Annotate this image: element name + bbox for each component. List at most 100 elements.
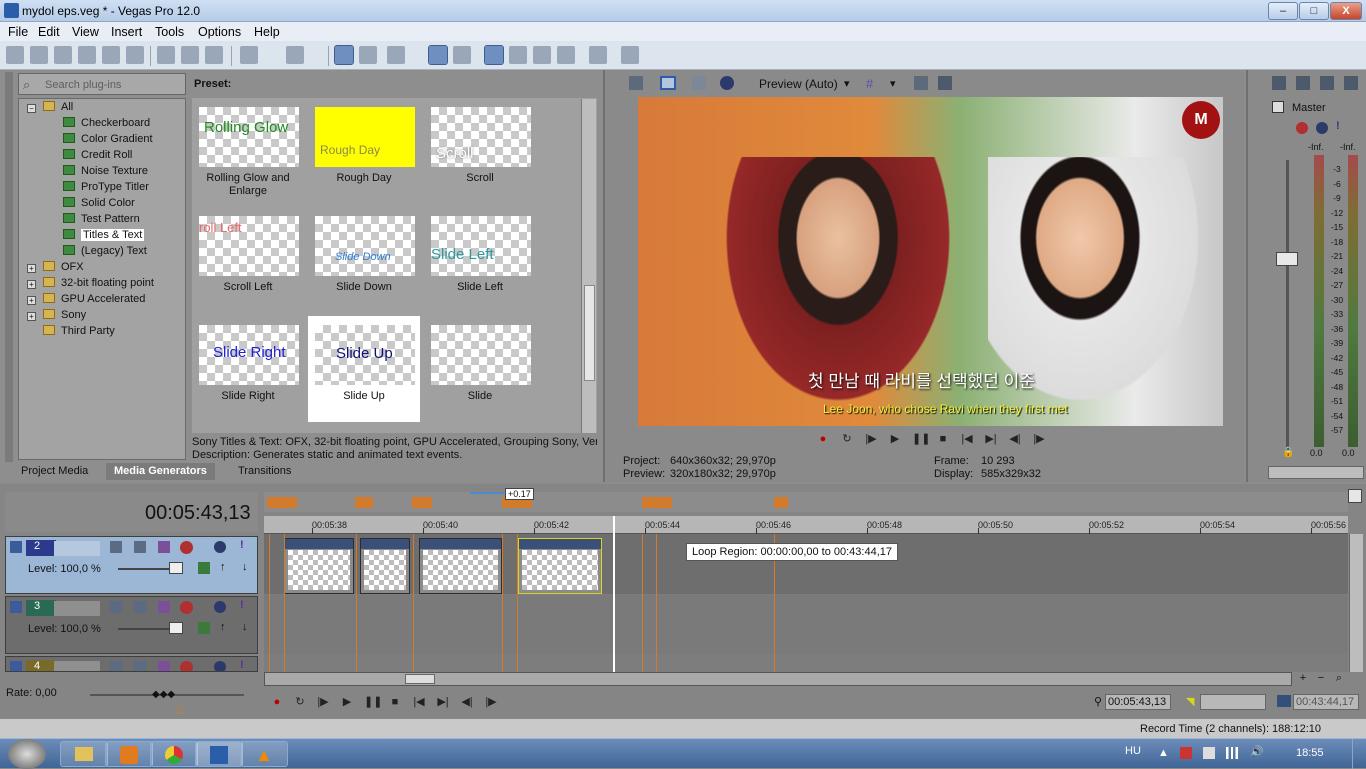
stop-icon[interactable]: ■ bbox=[388, 695, 402, 709]
preset-scrollbar[interactable] bbox=[581, 99, 596, 433]
preview-properties-icon[interactable] bbox=[629, 76, 643, 90]
track-name-field[interactable] bbox=[54, 661, 100, 671]
arrow-down-icon[interactable]: ↓ bbox=[242, 561, 248, 573]
panel-grip[interactable] bbox=[5, 72, 13, 462]
compositing-mode-icon[interactable] bbox=[158, 601, 170, 613]
usb-icon[interactable] bbox=[1203, 747, 1215, 759]
tree-item-third-party[interactable]: Third Party bbox=[43, 325, 115, 340]
timeline-hscrollbar[interactable] bbox=[264, 672, 1292, 686]
master-fader[interactable] bbox=[1276, 252, 1298, 266]
video-event[interactable] bbox=[284, 538, 354, 594]
previous-frame-icon[interactable]: ◀| bbox=[1008, 432, 1022, 446]
track-motion-icon[interactable] bbox=[110, 601, 122, 613]
menu-insert[interactable]: Insert bbox=[111, 25, 142, 39]
ignore-grouping-icon[interactable] bbox=[557, 46, 575, 64]
menu-help[interactable]: Help bbox=[254, 25, 280, 39]
insert-bus-icon[interactable] bbox=[1296, 76, 1310, 90]
whats-this-help-icon[interactable] bbox=[621, 46, 639, 64]
gear-icon[interactable] bbox=[180, 601, 193, 614]
arrow-up-icon[interactable]: ↑ bbox=[220, 561, 226, 573]
video-fx-icon[interactable] bbox=[720, 76, 734, 90]
cursor-time-field[interactable]: 00:05:43,13 bbox=[1105, 694, 1171, 710]
grouping-icon[interactable] bbox=[533, 46, 551, 64]
region-marker[interactable] bbox=[412, 497, 432, 508]
event-pan-crop-icon[interactable] bbox=[198, 622, 210, 634]
normal-edit-tool-icon[interactable] bbox=[334, 45, 354, 65]
region-marker[interactable] bbox=[642, 497, 672, 508]
timeline-menu-icon[interactable] bbox=[1348, 489, 1362, 503]
auto-crossfade-icon[interactable] bbox=[509, 46, 527, 64]
previous-frame-icon[interactable]: ◀| bbox=[460, 695, 474, 709]
tree-item-noise-texture[interactable]: Noise Texture bbox=[63, 165, 148, 180]
track-minimize-icon[interactable] bbox=[10, 661, 22, 671]
snapping-icon[interactable] bbox=[484, 45, 504, 65]
solo-icon[interactable]: ! bbox=[240, 539, 244, 551]
mute-icon[interactable] bbox=[214, 541, 226, 553]
gear-icon[interactable] bbox=[180, 541, 193, 554]
track-2-header[interactable]: 2 ! Level: 100,0 % ↑ ↓ bbox=[5, 536, 258, 594]
hscroll-thumb[interactable] bbox=[405, 674, 435, 684]
track-fx-icon[interactable] bbox=[134, 661, 146, 671]
preset-rolling-glow[interactable]: Rolling Glow Rolling Glow and Enlarge bbox=[192, 98, 304, 204]
video-event[interactable] bbox=[360, 538, 410, 594]
chevron-down-icon[interactable]: ▾ bbox=[844, 77, 850, 90]
menu-file[interactable]: File bbox=[8, 25, 28, 39]
tree-item-32bit[interactable]: 32-bit floating point bbox=[43, 277, 154, 292]
tree-item-test-pattern[interactable]: Test Pattern bbox=[63, 213, 140, 228]
envelope-tool-icon[interactable] bbox=[359, 46, 377, 64]
overlays-icon[interactable]: # bbox=[866, 76, 873, 91]
external-monitor-icon[interactable] bbox=[660, 76, 676, 90]
solo-icon[interactable]: ! bbox=[240, 599, 244, 611]
show-desktop-button[interactable] bbox=[1352, 739, 1366, 769]
undo-icon[interactable] bbox=[240, 46, 258, 64]
clock[interactable]: 18:55 bbox=[1296, 747, 1324, 759]
minimize-button[interactable]: – bbox=[1268, 2, 1298, 20]
auto-ripple-icon[interactable] bbox=[428, 45, 448, 65]
copy-icon[interactable] bbox=[181, 46, 199, 64]
menu-options[interactable]: Options bbox=[198, 25, 241, 39]
next-frame-icon[interactable]: |▶ bbox=[1032, 432, 1046, 446]
compositing-mode-icon[interactable] bbox=[158, 661, 170, 671]
network-icon[interactable] bbox=[1226, 747, 1238, 759]
region-marker[interactable] bbox=[774, 497, 788, 508]
preset-rough-day[interactable]: Rough Day Rough Day bbox=[308, 98, 420, 204]
play-from-start-icon[interactable]: |▶ bbox=[316, 695, 330, 709]
save-as-icon[interactable] bbox=[78, 46, 96, 64]
preset-scroll[interactable]: Scroll Scroll bbox=[424, 98, 536, 204]
track-fx-icon[interactable] bbox=[134, 601, 146, 613]
preset-slide[interactable]: Slide bbox=[424, 316, 536, 422]
expand-32bit-icon[interactable]: + bbox=[27, 280, 36, 289]
track-motion-icon[interactable] bbox=[110, 541, 122, 553]
downmix-icon[interactable] bbox=[1320, 76, 1334, 90]
track-4-header[interactable]: 4 ! bbox=[5, 656, 258, 672]
gear-icon[interactable] bbox=[180, 661, 193, 671]
tree-item-ofx[interactable]: OFX bbox=[43, 261, 84, 276]
zoom-out-icon[interactable]: − bbox=[1314, 672, 1328, 686]
tray-expand-icon[interactable]: ▲ bbox=[1158, 747, 1169, 759]
solo-icon[interactable]: ! bbox=[1336, 120, 1340, 132]
tree-item-legacy-text[interactable]: (Legacy) Text bbox=[63, 245, 147, 260]
compositing-mode-icon[interactable] bbox=[158, 541, 170, 553]
action-center-icon[interactable] bbox=[1180, 747, 1192, 759]
loop-playback-icon[interactable]: ↻ bbox=[840, 432, 854, 446]
open-icon[interactable] bbox=[30, 46, 48, 64]
selection-start-field[interactable] bbox=[1200, 694, 1266, 710]
level-slider-thumb[interactable] bbox=[169, 622, 183, 634]
record-icon[interactable]: ● bbox=[816, 432, 830, 446]
preset-slide-up[interactable]: Slide Up Slide Up bbox=[308, 316, 420, 422]
expand-ofx-icon[interactable]: + bbox=[27, 264, 36, 273]
preset-slide-down[interactable]: Slide Down Slide Down bbox=[308, 207, 420, 313]
next-frame-icon[interactable]: |▶ bbox=[484, 695, 498, 709]
loop-playback-icon[interactable]: ↻ bbox=[293, 695, 307, 709]
region-marker[interactable] bbox=[355, 497, 373, 508]
menu-tools[interactable]: Tools bbox=[155, 25, 184, 39]
tree-item-titles-text[interactable]: Titles & Text bbox=[63, 229, 145, 244]
timeline-vscrollbar[interactable] bbox=[1349, 534, 1363, 672]
tab-project-media[interactable]: Project Media bbox=[13, 463, 96, 480]
expand-sony-icon[interactable]: + bbox=[27, 312, 36, 321]
go-to-start-icon[interactable]: |◀ bbox=[960, 432, 974, 446]
plug-in-manager-icon[interactable] bbox=[589, 46, 607, 64]
video-event[interactable] bbox=[419, 538, 502, 594]
playhead-cursor[interactable] bbox=[613, 516, 615, 672]
zoom-in-icon[interactable]: + bbox=[1296, 672, 1310, 686]
